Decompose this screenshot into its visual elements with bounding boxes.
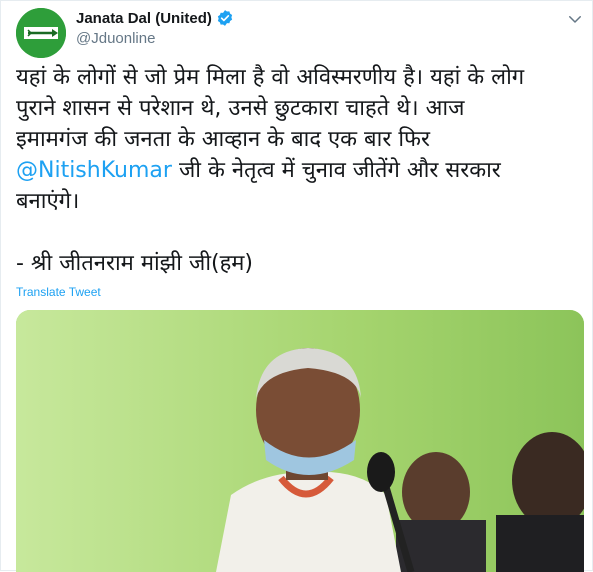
tweet-media[interactable] — [16, 310, 584, 572]
tweet-line: इमामगंज की जनता के आव्हान के बाद एक बार … — [16, 127, 430, 152]
tweet-line: बनाएंगे। — [16, 189, 80, 214]
mention-link[interactable]: @NitishKumar — [16, 158, 172, 183]
translate-tweet-link[interactable]: Translate Tweet — [16, 285, 101, 299]
verified-badge-icon — [217, 10, 233, 26]
tweet-line: @NitishKumar जी के नेतृत्व में चुनाव जीत… — [16, 155, 581, 186]
tweet-line-rest: जी के नेतृत्व में चुनाव जीतेंगे और सरकार — [171, 158, 501, 183]
tweet-line: यहां के लोगों से जो प्रेम मिला है वो अवि… — [16, 65, 525, 90]
avatar[interactable] — [16, 8, 66, 58]
tweet-text: यहां के लोगों से जो प्रेम मिला है वो अवि… — [16, 62, 581, 279]
speaker-photo-image — [16, 310, 584, 572]
display-name[interactable]: Janata Dal (United) — [76, 10, 212, 27]
tweet-attribution: - श्री जीतनराम मांझी जी(हम) — [16, 251, 254, 276]
account-handle[interactable]: @Jduonline — [76, 30, 155, 47]
tweet-line: पुराने शासन से परेशान थे, उनसे छुटकारा च… — [16, 96, 465, 121]
chevron-down-icon[interactable] — [566, 10, 584, 28]
tweet-blank-line — [16, 217, 581, 248]
party-logo-arrow-icon — [16, 8, 66, 58]
